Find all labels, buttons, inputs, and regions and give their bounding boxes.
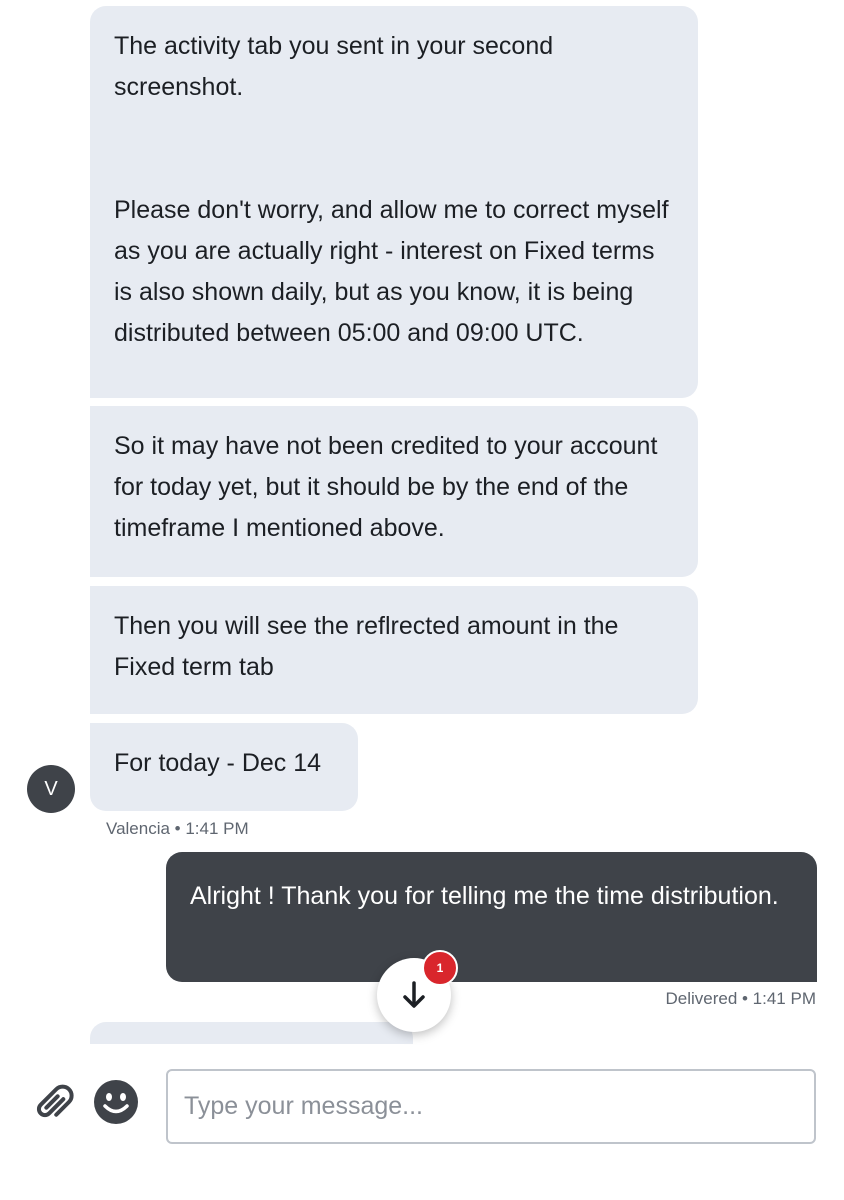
outgoing-message-status: Delivered • 1:41 PM bbox=[665, 989, 816, 1008]
unread-count-badge: 1 bbox=[422, 950, 458, 986]
agent-avatar: V bbox=[27, 765, 75, 813]
outgoing-message: Alright ! Thank you for telling me the t… bbox=[166, 852, 817, 982]
message-input[interactable] bbox=[166, 1069, 816, 1144]
smiley-icon bbox=[94, 1080, 138, 1124]
incoming-message: For today - Dec 14 bbox=[90, 723, 358, 811]
paperclip-icon bbox=[37, 1084, 74, 1117]
emoji-button[interactable] bbox=[93, 1079, 139, 1125]
message-list[interactable]: The activity tab you sent in your second… bbox=[0, 0, 844, 1044]
attach-button[interactable] bbox=[28, 1078, 76, 1126]
incoming-message: The activity tab you sent in your second… bbox=[90, 6, 698, 398]
incoming-message-meta: Valencia • 1:41 PM bbox=[106, 819, 249, 838]
incoming-message: Then you will see the reflrected amount … bbox=[90, 586, 698, 714]
incoming-message: So it may have not been credited to your… bbox=[90, 406, 698, 577]
incoming-message-partial bbox=[90, 1022, 413, 1044]
arrow-down-icon bbox=[403, 981, 425, 1008]
